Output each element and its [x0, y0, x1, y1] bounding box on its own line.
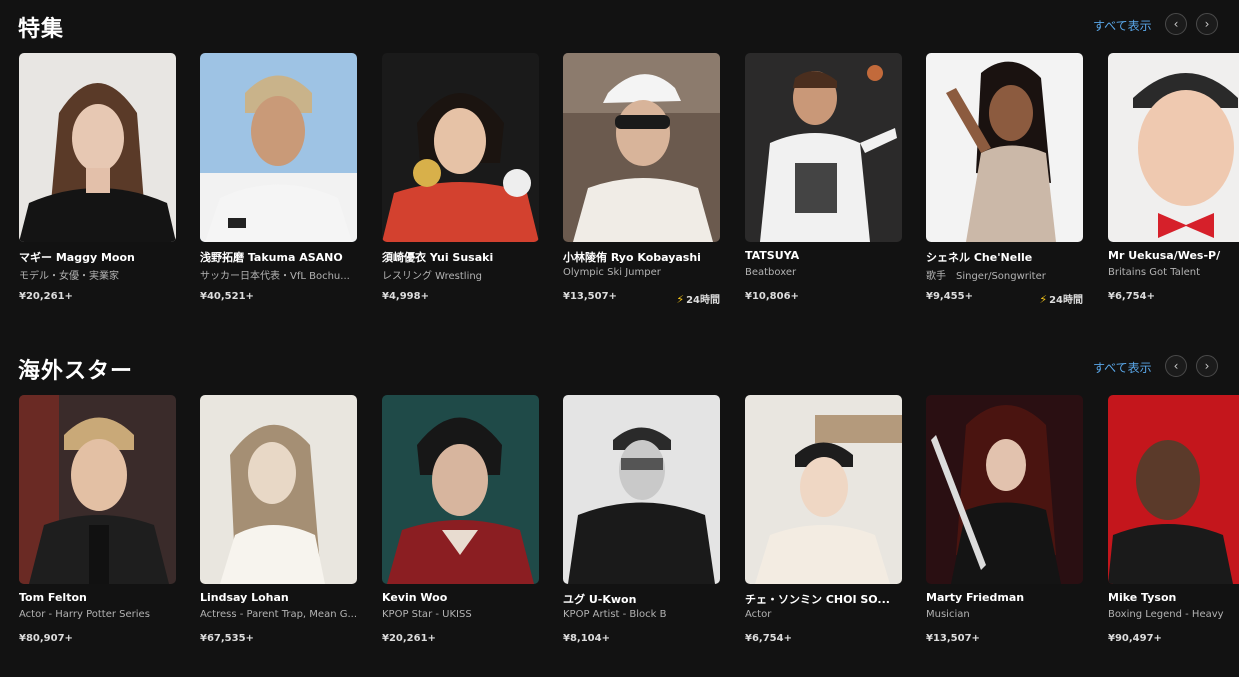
price-label: ¥13,507+ [926, 633, 980, 644]
chevron-right-icon[interactable]: › [1196, 13, 1218, 35]
price-label: ¥6,754+ [1108, 291, 1155, 302]
celebrity-card[interactable]: Mike Tyson Boxing Legend - Heavy ¥90,497… [1108, 395, 1239, 644]
price-label: ¥20,261+ [19, 291, 73, 302]
celebrity-subtitle: 歌手 Singer/Songwriter [926, 271, 1046, 282]
celebrity-card[interactable]: TATSUYA Beatboxer ¥10,806+ [745, 53, 902, 302]
card-row: Tom Felton Actor - Harry Potter Series ¥… [0, 395, 1239, 655]
celebrity-subtitle: Britains Got Talent [1108, 267, 1201, 278]
celebrity-photo [745, 53, 902, 242]
celebrity-subtitle: モデル・女優・実業家 [19, 271, 119, 282]
celebrity-card[interactable]: マギー Maggy Moon モデル・女優・実業家 ¥20,261+ [19, 53, 176, 302]
celebrity-name: シェネル Che'Nelle [926, 251, 1033, 264]
section-title: 特集 [18, 17, 65, 42]
celebrity-photo [200, 53, 357, 242]
celebrity-photo [382, 53, 539, 242]
celebrity-photo [1108, 53, 1239, 242]
price-label: ¥67,535+ [200, 633, 254, 644]
card-row: マギー Maggy Moon モデル・女優・実業家 ¥20,261+ 浅野拓磨 … [0, 53, 1239, 313]
celebrity-photo [926, 395, 1083, 584]
celebrity-name: Kevin Woo [382, 591, 448, 604]
celebrity-subtitle: Musician [926, 609, 970, 620]
celebrity-card[interactable]: Mr Uekusa/Wes-P/ Britains Got Talent ¥6,… [1108, 53, 1239, 302]
price-label: ¥6,754+ [745, 633, 792, 644]
price-label: ¥13,507+ [563, 291, 617, 302]
celebrity-photo [926, 53, 1083, 242]
celebrity-subtitle: レスリング Wrestling [382, 271, 483, 282]
celebrity-name: マギー Maggy Moon [19, 251, 135, 264]
celebrity-name: ユグ U-Kwon [563, 593, 637, 606]
celebrity-subtitle: Boxing Legend - Heavy [1108, 609, 1224, 620]
celebrity-name: Tom Felton [19, 591, 87, 604]
price-label: ¥20,261+ [382, 633, 436, 644]
celebrity-card[interactable]: ユグ U-Kwon KPOP Artist - Block B ¥8,104+ [563, 395, 720, 644]
celebrity-name: Marty Friedman [926, 591, 1025, 604]
badge-label: 24時間 [1049, 295, 1083, 306]
celebrity-subtitle: KPOP Star - UKISS [382, 609, 472, 620]
chevron-left-icon[interactable]: ‹ [1165, 13, 1187, 35]
celebrity-subtitle: Olympic Ski Jumper [563, 267, 661, 278]
celebrity-photo [19, 53, 176, 242]
price-label: ¥10,806+ [745, 291, 799, 302]
celebrity-card[interactable]: 小林陵侑 Ryo Kobayashi Olympic Ski Jumper ¥1… [563, 53, 720, 306]
lightning-icon: ⚡ [676, 293, 685, 306]
celebrity-card[interactable]: 須崎優衣 Yui Susaki レスリング Wrestling ¥4,998+ [382, 53, 539, 302]
section-title: 海外スター [18, 359, 134, 384]
chevron-right-icon[interactable]: › [1196, 355, 1218, 377]
celebrity-photo [19, 395, 176, 584]
celebrity-subtitle: Actor - Harry Potter Series [19, 609, 150, 620]
celebrity-card[interactable]: Lindsay Lohan Actress - Parent Trap, Mea… [200, 395, 357, 644]
celebrity-subtitle: Actor [745, 609, 772, 620]
price-label: ¥4,998+ [382, 291, 429, 302]
celebrity-photo [382, 395, 539, 584]
celebrity-subtitle: Beatboxer [745, 267, 797, 278]
price-label: ¥9,455+ [926, 291, 973, 302]
celebrity-name: Mr Uekusa/Wes-P/ [1108, 249, 1221, 262]
price-label: ¥80,907+ [19, 633, 73, 644]
time-badge: ⚡ 24時間 [1039, 291, 1083, 306]
celebrity-photo [563, 395, 720, 584]
celebrity-name: TATSUYA [745, 249, 800, 262]
celebrity-card[interactable]: 浅野拓磨 Takuma ASANO サッカー日本代表・VfL Bochu... … [200, 53, 357, 302]
badge-label: 24時間 [686, 295, 720, 306]
celebrity-card[interactable]: Marty Friedman Musician ¥13,507+ [926, 395, 1083, 644]
celebrity-name: 浅野拓磨 Takuma ASANO [200, 251, 343, 264]
celebrity-card[interactable]: チェ・ソンミン CHOI SO... Actor ¥6,754+ [745, 395, 902, 644]
chevron-left-icon[interactable]: ‹ [1165, 355, 1187, 377]
celebrity-subtitle: サッカー日本代表・VfL Bochu... [200, 271, 350, 282]
celebrity-subtitle: KPOP Artist - Block B [563, 609, 667, 620]
time-badge: ⚡ 24時間 [676, 291, 720, 306]
celebrity-name: 須崎優衣 Yui Susaki [382, 251, 494, 264]
celebrity-photo [745, 395, 902, 584]
price-label: ¥40,521+ [200, 291, 254, 302]
price-label: ¥90,497+ [1108, 633, 1162, 644]
celebrity-photo [1108, 395, 1239, 584]
celebrity-name: Mike Tyson [1108, 591, 1177, 604]
celebrity-photo [200, 395, 357, 584]
celebrity-name: チェ・ソンミン CHOI SO... [745, 593, 890, 606]
celebrity-card[interactable]: Kevin Woo KPOP Star - UKISS ¥20,261+ [382, 395, 539, 644]
celebrity-name: 小林陵侑 Ryo Kobayashi [563, 251, 701, 264]
see-all-link[interactable]: すべて表示 [1093, 359, 1152, 376]
celebrity-photo [563, 53, 720, 242]
see-all-link[interactable]: すべて表示 [1093, 17, 1152, 34]
celebrity-card[interactable]: シェネル Che'Nelle 歌手 Singer/Songwriter ¥9,4… [926, 53, 1083, 306]
lightning-icon: ⚡ [1039, 293, 1048, 306]
celebrity-subtitle: Actress - Parent Trap, Mean G... [200, 609, 357, 620]
price-label: ¥8,104+ [563, 633, 610, 644]
celebrity-card[interactable]: Tom Felton Actor - Harry Potter Series ¥… [19, 395, 176, 644]
celebrity-name: Lindsay Lohan [200, 591, 289, 604]
